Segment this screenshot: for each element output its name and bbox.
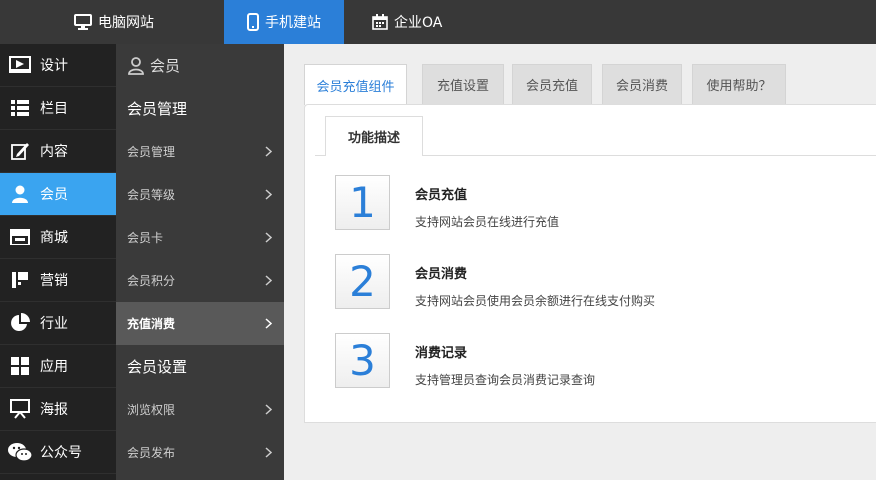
wechat-icon — [0, 442, 40, 462]
top-tab-enterprise-oa[interactable]: 企业OA — [372, 0, 442, 44]
feature-description: 支持网站会员在线进行充值 — [415, 215, 560, 229]
sub-item-label: 浏览权限 — [127, 403, 176, 417]
nav-item-content[interactable]: 内容 — [0, 130, 116, 173]
sub-item-recharge-consume[interactable]: 充值消费 — [116, 302, 284, 345]
sub-item-label: 充值消费 — [127, 317, 176, 331]
feature-title: 消费记录 — [415, 346, 468, 361]
top-tab-mobile-site[interactable]: 手机建站 — [224, 0, 344, 44]
tab-member-recharge[interactable]: 会员充值 — [512, 64, 592, 104]
sub-item-member-card[interactable]: 会员卡 — [116, 216, 284, 259]
sub-nav-header: 会员 — [116, 44, 284, 87]
main-content: 会员充值组件 充值设置 会员充值 会员消费 使用帮助？ 功能描述 1 会员充值 … — [284, 44, 876, 480]
chevron-right-icon — [265, 189, 272, 200]
nav-item-poster[interactable]: 海报 — [0, 388, 116, 431]
list-icon — [0, 100, 40, 116]
top-tab-label: 手机建站 — [265, 15, 321, 31]
feature-title: 会员消费 — [415, 267, 468, 282]
poster-icon — [0, 399, 40, 419]
sub-item-member-publish[interactable]: 会员发布 — [116, 431, 284, 474]
tab-recharge-settings[interactable]: 充值设置 — [422, 64, 504, 104]
nav-item-design[interactable]: 设计 — [0, 44, 116, 87]
feature-number: 2 — [335, 254, 390, 309]
chevron-right-icon — [265, 146, 272, 157]
sub-group-member-settings: 会员设置 — [127, 358, 188, 376]
sub-item-label: 会员卡 — [127, 231, 164, 245]
user-outline-icon — [128, 56, 144, 75]
pie-chart-icon — [0, 313, 40, 333]
left-nav: 设计 栏目 内容 会员 商城 营销 行业 应用 海报 公众号 — [0, 44, 116, 480]
sub-item-label: 会员积分 — [127, 274, 176, 288]
design-icon — [0, 56, 40, 74]
sub-item-member-management[interactable]: 会员管理 — [116, 130, 284, 173]
sub-item-label: 会员管理 — [127, 145, 176, 159]
top-tab-label: 企业OA — [394, 15, 443, 31]
nav-item-label: 设计 — [40, 58, 68, 74]
chevron-right-icon — [265, 404, 272, 415]
feature-description: 支持管理员查询会员消费记录查询 — [415, 373, 596, 387]
nav-item-label: 栏目 — [40, 101, 68, 117]
calendar-icon — [372, 14, 388, 30]
feature-number: 3 — [335, 333, 390, 388]
mobile-icon — [247, 13, 259, 31]
top-bar: 电脑网站 手机建站 企业OA — [0, 0, 876, 44]
marketing-icon — [0, 271, 40, 289]
feature-description: 支持网站会员使用会员余额进行在线支付购买 — [415, 294, 656, 308]
nav-item-label: 商城 — [40, 230, 68, 246]
chevron-right-icon — [265, 447, 272, 458]
content-panel: 功能描述 1 会员充值 支持网站会员在线进行充值 2 会员消费 支持网站会员使用… — [304, 104, 876, 423]
user-icon — [0, 185, 40, 203]
nav-item-store[interactable]: 商城 — [0, 216, 116, 259]
tab-feature-description[interactable]: 功能描述 — [325, 116, 423, 156]
apps-grid-icon — [0, 357, 40, 375]
chevron-right-icon — [265, 318, 272, 329]
sub-item-member-points[interactable]: 会员积分 — [116, 259, 284, 302]
sub-item-label: 会员发布 — [127, 446, 176, 460]
monitor-icon — [74, 14, 92, 30]
feature-number: 1 — [335, 175, 390, 230]
sub-nav-title: 会员 — [150, 57, 181, 75]
sub-item-label: 会员等级 — [127, 188, 176, 202]
feature-title: 会员充值 — [415, 188, 468, 203]
nav-item-official-account[interactable]: 公众号 — [0, 431, 116, 474]
nav-item-label: 行业 — [40, 316, 68, 332]
tab-help[interactable]: 使用帮助？ — [692, 64, 786, 104]
tab-member-consume[interactable]: 会员消费 — [602, 64, 682, 104]
sub-nav: 会员 会员管理 会员管理 会员等级 会员卡 会员积分 充值消费 会员设置 浏览权… — [116, 44, 284, 480]
sub-item-member-level[interactable]: 会员等级 — [116, 173, 284, 216]
nav-item-label: 应用 — [40, 359, 68, 375]
chevron-right-icon — [265, 232, 272, 243]
edit-icon — [0, 142, 40, 160]
nav-item-apps[interactable]: 应用 — [0, 345, 116, 388]
nav-item-industry[interactable]: 行业 — [0, 302, 116, 345]
store-icon — [0, 229, 40, 245]
nav-item-label: 海报 — [40, 402, 68, 418]
top-tab-pc-site[interactable]: 电脑网站 — [74, 0, 154, 44]
top-tab-label: 电脑网站 — [98, 15, 154, 31]
nav-item-label: 营销 — [40, 273, 68, 289]
nav-item-label: 会员 — [40, 187, 68, 203]
nav-item-member[interactable]: 会员 — [0, 173, 116, 216]
tab-recharge-component[interactable]: 会员充值组件 — [304, 64, 407, 105]
nav-item-label: 公众号 — [40, 445, 82, 461]
nav-item-columns[interactable]: 栏目 — [0, 87, 116, 130]
sub-item-browse-permission[interactable]: 浏览权限 — [116, 388, 284, 431]
nav-item-label: 内容 — [40, 144, 68, 160]
nav-item-marketing[interactable]: 营销 — [0, 259, 116, 302]
chevron-right-icon — [265, 275, 272, 286]
sub-group-member-management: 会员管理 — [127, 100, 188, 118]
